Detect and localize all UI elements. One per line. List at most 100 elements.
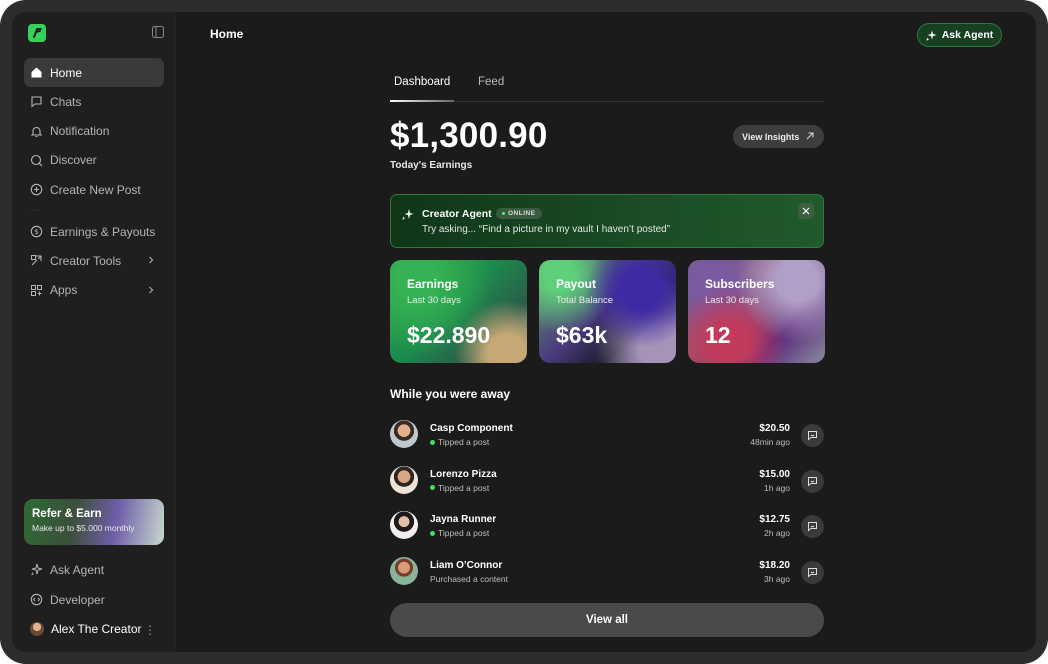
activity-amount: $18.20	[759, 559, 790, 571]
message-button[interactable]	[801, 560, 824, 584]
chevron-right-icon	[149, 286, 154, 294]
svg-text:$: $	[34, 228, 38, 236]
avatar	[30, 622, 44, 637]
sidebar-item-chats[interactable]: Chats	[24, 87, 164, 116]
bell-icon	[30, 125, 43, 138]
stat-title: Payout	[556, 277, 597, 291]
plus-square-icon	[30, 183, 43, 196]
sidebar-item-create-new-post[interactable]: Create New Post	[24, 175, 164, 204]
activity-action: Tipped a post	[430, 483, 489, 493]
sidebar-item-label: Create New Post	[50, 182, 141, 197]
close-button[interactable]	[798, 203, 814, 219]
activity-name: Lorenzo Pizza	[430, 468, 497, 480]
activity-name: Casp Component	[430, 423, 513, 434]
refer-earn-card[interactable]: Refer & Earn Make up to $5.000 monthly	[24, 499, 164, 545]
tab-dashboard[interactable]: Dashboard	[394, 76, 450, 88]
sidebar-item-label: Notification	[50, 124, 110, 139]
chat-icon	[808, 522, 817, 532]
chat-icon	[30, 95, 43, 108]
sidebar-nav: Home Chats Notification Discover Create …	[24, 58, 164, 305]
activity-name: Liam O’Connor	[430, 559, 503, 571]
more-options-icon[interactable]: ⋮	[144, 623, 156, 637]
ask-agent-label: Ask Agent	[941, 29, 994, 41]
sidebar-item-home[interactable]: Home	[24, 58, 164, 87]
dollar-circle-icon: $	[30, 225, 43, 238]
activity-time: 1h ago	[764, 482, 790, 493]
sidebar-item-creator-tools[interactable]: Creator Tools	[24, 246, 164, 275]
activity-action-text: Tipped a post	[438, 528, 490, 538]
nav-divider	[30, 210, 40, 212]
refer-subtitle: Make up to $5.000 monthly	[32, 523, 135, 533]
sparkle-icon	[30, 563, 43, 576]
apps-grid-icon	[30, 284, 43, 297]
stat-value: $63k	[556, 322, 608, 348]
activity-time: 3h ago	[764, 573, 790, 584]
device-frame: Home Chats Notification Discover Create …	[0, 0, 1048, 664]
activity-amount: $15.00	[759, 468, 790, 480]
stat-subtitle: Last 30 days	[705, 295, 759, 306]
creator-agent-card[interactable]: Creator Agent ONLINE Try asking... “Find…	[390, 194, 824, 248]
sidebar-item-label: Earnings & Payouts	[50, 224, 156, 239]
agent-name: Creator Agent	[422, 208, 492, 220]
list-item[interactable]: Lorenzo Pizza Tipped a post $15.00 1h ag…	[390, 465, 824, 512]
refer-title: Refer & Earn	[32, 508, 102, 520]
chat-icon	[808, 567, 817, 578]
search-icon	[30, 154, 43, 167]
activity-action: Tipped a post	[430, 437, 489, 447]
view-all-button[interactable]: View all	[390, 603, 824, 637]
tabs: Dashboard Feed	[390, 74, 824, 102]
sidebar-collapse-icon[interactable]	[152, 26, 164, 38]
arrow-up-right-icon	[806, 132, 814, 140]
list-item[interactable]: Jayna Runner Tipped a post $12.75 2h ago	[390, 511, 824, 557]
stat-card-subscribers[interactable]: Subscribers Last 30 days 12	[688, 260, 825, 363]
sidebar-item-label: Ask Agent	[50, 562, 105, 577]
view-insights-button[interactable]: View Insights	[733, 125, 824, 148]
activity-list: Casp Component Tipped a post $20.50 48mi…	[390, 420, 824, 602]
agent-suggestion[interactable]: Try asking... “Find a picture in my vaul…	[422, 224, 670, 235]
tab-feed[interactable]: Feed	[478, 76, 504, 88]
online-dot	[430, 485, 435, 490]
activity-action: Purchased a content	[430, 574, 508, 584]
message-button[interactable]	[801, 424, 824, 447]
avatar	[390, 465, 418, 494]
stat-title: Earnings	[407, 277, 459, 291]
chevron-right-icon	[149, 257, 154, 264]
sidebar-item-label: Home	[50, 65, 83, 80]
activity-amount: $20.50	[759, 423, 790, 434]
code-icon	[30, 593, 43, 606]
message-button[interactable]	[801, 469, 824, 493]
user-profile[interactable]: Alex The Creator ⋮	[24, 615, 164, 645]
sidebar-item-developer[interactable]: Developer	[24, 585, 164, 615]
avatar	[390, 556, 418, 585]
today-earnings-label: Today's Earnings	[390, 160, 473, 171]
close-icon	[802, 207, 810, 215]
message-button[interactable]	[801, 515, 824, 538]
stat-value: $22.890	[407, 322, 491, 348]
status-text: ONLINE	[508, 210, 536, 217]
avatar	[390, 511, 418, 539]
ask-agent-button[interactable]: Ask Agent	[917, 23, 1002, 47]
view-insights-label: View Insights	[742, 131, 800, 142]
chat-icon	[808, 431, 817, 441]
stat-value: 12	[705, 322, 731, 348]
stat-card-earnings[interactable]: Earnings Last 30 days $22.890	[390, 260, 527, 363]
list-item[interactable]: Liam O’Connor Purchased a content $18.20…	[390, 556, 824, 603]
sidebar-item-discover[interactable]: Discover	[24, 146, 164, 175]
app-logo[interactable]	[28, 24, 46, 42]
sidebar-item-apps[interactable]: Apps	[24, 276, 164, 305]
sidebar-item-notification[interactable]: Notification	[24, 117, 164, 146]
activity-time: 2h ago	[764, 528, 790, 538]
stat-subtitle: Total Balance	[556, 295, 614, 306]
online-dot	[502, 212, 505, 215]
stat-card-payout[interactable]: Payout Total Balance $63k	[539, 260, 676, 363]
home-icon	[30, 66, 43, 79]
online-dot	[430, 439, 435, 445]
activity-action-text: Tipped a post	[438, 437, 490, 447]
sidebar-item-ask-agent[interactable]: Ask Agent	[24, 555, 164, 585]
section-title: While you were away	[390, 387, 511, 401]
sidebar-item-earnings-payouts[interactable]: $ Earnings & Payouts	[24, 217, 164, 246]
sparkle-icon	[402, 209, 414, 220]
list-item[interactable]: Casp Component Tipped a post $20.50 48mi…	[390, 420, 824, 466]
today-earnings-amount: $1,300.90	[390, 116, 548, 155]
activity-time: 48min ago	[750, 437, 790, 447]
